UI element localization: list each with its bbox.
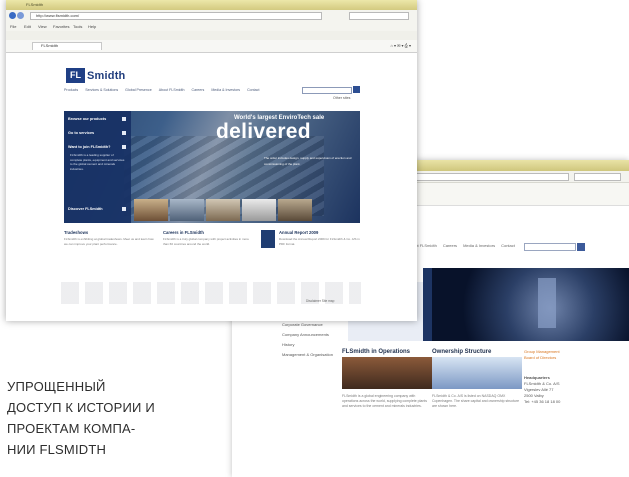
- arrow-icon: [122, 131, 126, 135]
- side-links: Corporate Governance Company Announcemen…: [282, 320, 333, 360]
- thumbnail[interactable]: [206, 199, 240, 221]
- column-text: FLSmidth is exhibiting at global tradesh…: [64, 237, 154, 246]
- thumbnail[interactable]: [134, 199, 168, 221]
- browser-window-home-page: FLSmidth http://www.flsmidth.com/ File E…: [6, 0, 417, 321]
- nav-item[interactable]: Products: [64, 88, 78, 92]
- banner-thumbnails: [134, 199, 312, 221]
- menu-item-help[interactable]: Help: [88, 24, 96, 29]
- forward-arrow-icon[interactable]: [17, 12, 24, 19]
- thumbnail[interactable]: [170, 199, 204, 221]
- workers-photo: [342, 357, 432, 389]
- column-annual-report: Annual Report 2009 Download the Annual R…: [279, 230, 361, 246]
- url-text: http://www.flsmidth.com/: [36, 13, 80, 18]
- night-city-photo: [432, 268, 629, 341]
- banner-menu-item[interactable]: Go to services: [68, 131, 94, 135]
- site-search-input[interactable]: [524, 243, 576, 251]
- banner-headline: delivered: [216, 120, 311, 143]
- bridge-tower-image: [538, 278, 556, 328]
- nav-item[interactable]: Contact: [247, 88, 259, 92]
- caption-line: УПРОЩЕННЫЙ: [7, 379, 106, 394]
- thumbnail[interactable]: [278, 199, 312, 221]
- orange-link[interactable]: Board of Directors: [524, 355, 560, 361]
- nav-item[interactable]: Careers: [443, 243, 457, 253]
- arrow-icon: [122, 207, 126, 211]
- contact-line: Tel: +45 36 18 18 00: [524, 399, 561, 404]
- column-heading[interactable]: Annual Report 2009: [279, 230, 361, 235]
- column-text: Download the Annual Report 2009 for FLSm…: [279, 237, 360, 246]
- menu-item-view[interactable]: View: [38, 24, 47, 29]
- nav-item[interactable]: Careers: [192, 88, 205, 92]
- tab-bar: FLSmidth ⌂ ▾ ✉ ▾ ⎙ ▾: [6, 40, 417, 53]
- contact-box: Headquarters FLSmidth & Co. A/S Vigersle…: [524, 375, 560, 405]
- hero-banner: Browse our products Go to services Want …: [64, 111, 360, 223]
- window-title: FLSmidth: [26, 2, 44, 7]
- browser-search-field[interactable]: [349, 12, 409, 20]
- site-search-input[interactable]: [302, 87, 352, 94]
- banner-menu: Browse our products Go to services Want …: [64, 111, 131, 223]
- orange-links: Group Management Board of Directors: [524, 349, 560, 361]
- address-bar: http://www.flsmidth.com/: [6, 10, 417, 22]
- footer-links[interactable]: Disclaimer Site map: [306, 299, 334, 303]
- logo-mark: FL: [66, 68, 85, 83]
- site-search-button[interactable]: [353, 86, 360, 93]
- caption-line: НИИ FLSMIDTH: [7, 442, 107, 457]
- other-sites-link[interactable]: Other sites: [333, 96, 350, 100]
- banner-menu-item[interactable]: Discover FLSmidth: [68, 207, 103, 211]
- window-titlebar: FLSmidth: [6, 0, 417, 10]
- banner-bullets: The order includes design, supply and su…: [264, 156, 352, 166]
- tab-flsmidth[interactable]: FLSmidth: [32, 42, 102, 50]
- building-photo: [432, 357, 522, 389]
- nav-item[interactable]: About FLSmidth: [159, 88, 185, 92]
- annual-report-cover[interactable]: [261, 230, 275, 248]
- banner-menu-text: FLSmidth is a leading supplier of comple…: [70, 153, 125, 171]
- flsmidth-logo[interactable]: FL Smidth: [66, 68, 125, 83]
- block-text-operations: FLSmidth is a global engineering company…: [342, 394, 428, 408]
- nav-item[interactable]: Media & Investors: [463, 243, 495, 253]
- nav-item[interactable]: Contact: [501, 243, 515, 253]
- menu-item-tools[interactable]: Tools: [73, 24, 82, 29]
- side-link[interactable]: History: [282, 340, 333, 350]
- column-careers: Careers in FLSmidth FLSmidth is a truly …: [163, 230, 253, 246]
- column-heading[interactable]: Careers in FLSmidth: [163, 230, 253, 235]
- caption-line: ДОСТУП К ИСТОРИИ И: [7, 400, 155, 415]
- column-heading[interactable]: Tradeshows: [64, 230, 154, 235]
- banner-menu-item[interactable]: Browse our products: [68, 117, 106, 121]
- block-heading-ownership[interactable]: Ownership Structure: [432, 349, 491, 355]
- caption: УПРОЩЕННЫЙ ДОСТУП К ИСТОРИИ И ПРОЕКТАМ К…: [7, 376, 227, 460]
- arrow-icon: [122, 117, 126, 121]
- back-arrow-icon[interactable]: [9, 12, 16, 19]
- side-link[interactable]: Corporate Governance: [282, 320, 333, 330]
- column-text: FLSmidth is a truly global company with …: [163, 237, 249, 246]
- main-nav: Products Services & Solutions Global Pre…: [64, 88, 259, 92]
- side-link[interactable]: Management & Organisation: [282, 350, 333, 360]
- nav-item[interactable]: Media & Investors: [211, 88, 240, 92]
- arrow-icon: [122, 145, 126, 149]
- thumbnail[interactable]: [242, 199, 276, 221]
- browser-search-field[interactable]: [574, 173, 621, 181]
- site-search-button[interactable]: [577, 243, 585, 251]
- menu-item-favorites[interactable]: Favorites: [53, 24, 69, 29]
- banner-menu-item[interactable]: Want to join FLSmidth?: [68, 145, 110, 149]
- column-tradeshows: Tradeshows FLSmidth is exhibiting at glo…: [64, 230, 154, 246]
- block-heading-operations[interactable]: FLSmidth in Operations: [342, 349, 410, 355]
- block-text-ownership: FLSmidth & Co. A/S is listed on NASDAQ O…: [432, 394, 520, 408]
- menu-item-edit[interactable]: Edit: [24, 24, 31, 29]
- side-link[interactable]: Company Announcements: [282, 330, 333, 340]
- menu-item-file[interactable]: File: [10, 24, 16, 29]
- command-bar-icons[interactable]: ⌂ ▾ ✉ ▾ ⎙ ▾: [390, 43, 411, 48]
- logo-word: Smidth: [87, 69, 126, 82]
- nav-item[interactable]: Services & Solutions: [85, 88, 118, 92]
- menu-bar: File Edit View Favorites Tools Help: [6, 22, 417, 31]
- caption-line: ПРОЕКТАМ КОМПА-: [7, 421, 136, 436]
- nav-item[interactable]: Global Presence: [125, 88, 152, 92]
